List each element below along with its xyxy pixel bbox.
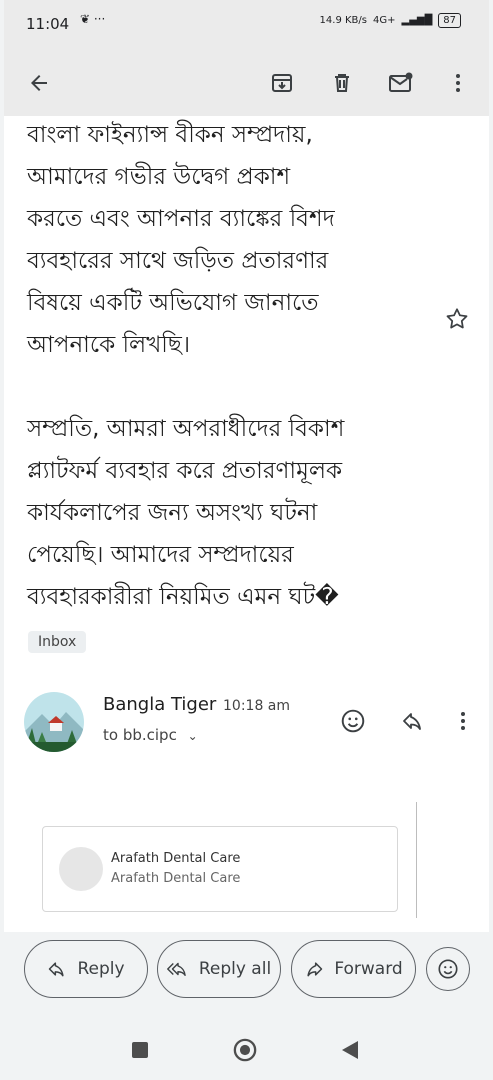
add-reaction-button[interactable] (338, 706, 368, 736)
star-icon (446, 308, 468, 329)
battery-indicator: 87 (438, 13, 461, 28)
message-line: কার্যকলাপের জন্য অসংখ্য ঘটনা (27, 500, 318, 526)
net-speed: 14.9 KB/s (319, 15, 367, 26)
message-line: আপনাকে লিখছি। (27, 332, 191, 358)
action-bar: Reply Reply all Forward (4, 932, 489, 1020)
message-line: বাংলা ফাইন্যান্স বীকন সম্প্রদায়, (27, 122, 313, 148)
archive-icon (272, 74, 292, 92)
trash-icon (335, 74, 349, 92)
email-content: বাংলা ফাইন্যান্স বীকন সম্প্রদায়, আমাদের… (4, 116, 489, 932)
message-line: বিষয়ে একটি অভিযোগ জানাতে (27, 290, 319, 316)
delete-button[interactable] (325, 66, 359, 100)
reply-all-button[interactable]: Reply all (157, 940, 281, 998)
sender-time: 10:18 am (223, 698, 291, 714)
message-line: আমাদের গভীর উদ্বেগ প্রকাশ (27, 164, 291, 190)
reply-icon (403, 713, 421, 730)
status-time: 11:04 (26, 15, 70, 33)
card-avatar (59, 847, 103, 891)
triangle-back-icon (342, 1041, 358, 1059)
mark-unread-button[interactable] (384, 66, 418, 100)
card-title: Arafath Dental Care (111, 851, 241, 866)
star-button[interactable] (444, 306, 474, 336)
phone-frame: 11:04 ❦ ··· 14.9 KB/s 4G+ ▂▄▆█ 87 বাংলা … (4, 0, 489, 1080)
message-line: সম্প্রতি, আমরা অপরাধীদের বিকাশ (27, 416, 345, 442)
emoji-icon (438, 959, 458, 979)
email-toolbar (4, 48, 489, 116)
forward-label: Forward (334, 959, 403, 979)
back-nav-button[interactable] (338, 1038, 362, 1062)
status-right-group: 14.9 KB/s 4G+ ▂▄▆█ 87 (320, 13, 461, 28)
home-circle-icon (233, 1038, 257, 1062)
reply-all-icon (166, 962, 186, 976)
sender-name: Bangla Tiger (103, 694, 217, 715)
sender-card[interactable]: Arafath Dental Care Arafath Dental Care (42, 826, 398, 912)
avatar-landscape-icon (24, 692, 84, 752)
message-paragraph-2: সম্প্রতি, আমরা অপরাধীদের বিকাশ প্ল্যাটফর… (27, 408, 427, 618)
signal-icon: ▂▄▆█ (401, 15, 433, 26)
recipient-dropdown[interactable]: to bb.cipc ⌄ (103, 726, 198, 744)
message-paragraph-1: বাংলা ফাইন্যান্স বীকন সম্প্রদায়, আমাদের… (27, 116, 427, 366)
network-type: 4G+ (373, 15, 396, 26)
more-vert-icon (461, 712, 465, 730)
message-more-button[interactable] (448, 706, 478, 736)
back-button[interactable] (22, 66, 56, 100)
message-line: ব্যবহারের সাথে জড়িত প্রতারণার (27, 248, 329, 274)
avatar[interactable] (24, 692, 84, 752)
status-bar: 11:04 ❦ ··· 14.9 KB/s 4G+ ▂▄▆█ 87 (4, 0, 489, 48)
status-notification-icons: ❦ ··· (80, 12, 106, 26)
arrow-left-icon (31, 75, 47, 91)
home-button[interactable] (233, 1038, 257, 1062)
card-subtitle: Arafath Dental Care (111, 871, 241, 886)
recents-button[interactable] (128, 1038, 152, 1062)
reply-button[interactable]: Reply (24, 940, 148, 998)
message-preview-area: Arafath Dental Care Arafath Dental Care (24, 802, 417, 918)
more-options-button[interactable] (441, 66, 475, 100)
emoji-reaction-button[interactable] (426, 947, 470, 991)
more-vert-icon (456, 74, 460, 92)
reply-icon-button[interactable] (398, 706, 428, 736)
message-line: ব্যবহারকারীরা নিয়মিত এমন ঘট� (27, 584, 339, 610)
archive-button[interactable] (265, 66, 299, 100)
message-line: প্ল্যাটফর্ম ব্যবহার করে প্রতারণামূলক (27, 458, 343, 484)
square-icon (132, 1042, 148, 1058)
recipient-label: to bb.cipc (103, 726, 177, 744)
chevron-down-icon: ⌄ (187, 729, 198, 743)
sender-header: Bangla Tiger 10:18 am to bb.cipc ⌄ (24, 692, 465, 762)
message-line: করতে এবং আপনার ব্যাঙ্কের বিশদ (27, 206, 335, 232)
reply-label: Reply (77, 959, 125, 979)
forward-icon (307, 962, 323, 977)
emoji-icon (341, 709, 365, 733)
system-nav-bar (4, 1020, 489, 1080)
reply-all-label: Reply all (198, 959, 272, 979)
mail-unread-icon (389, 72, 413, 92)
message-line: পেয়েছি। আমাদের সম্প্রদায়ের (27, 542, 294, 568)
reply-icon (49, 962, 65, 977)
label-chip-inbox[interactable]: Inbox (28, 631, 87, 653)
forward-button[interactable]: Forward (291, 940, 416, 998)
